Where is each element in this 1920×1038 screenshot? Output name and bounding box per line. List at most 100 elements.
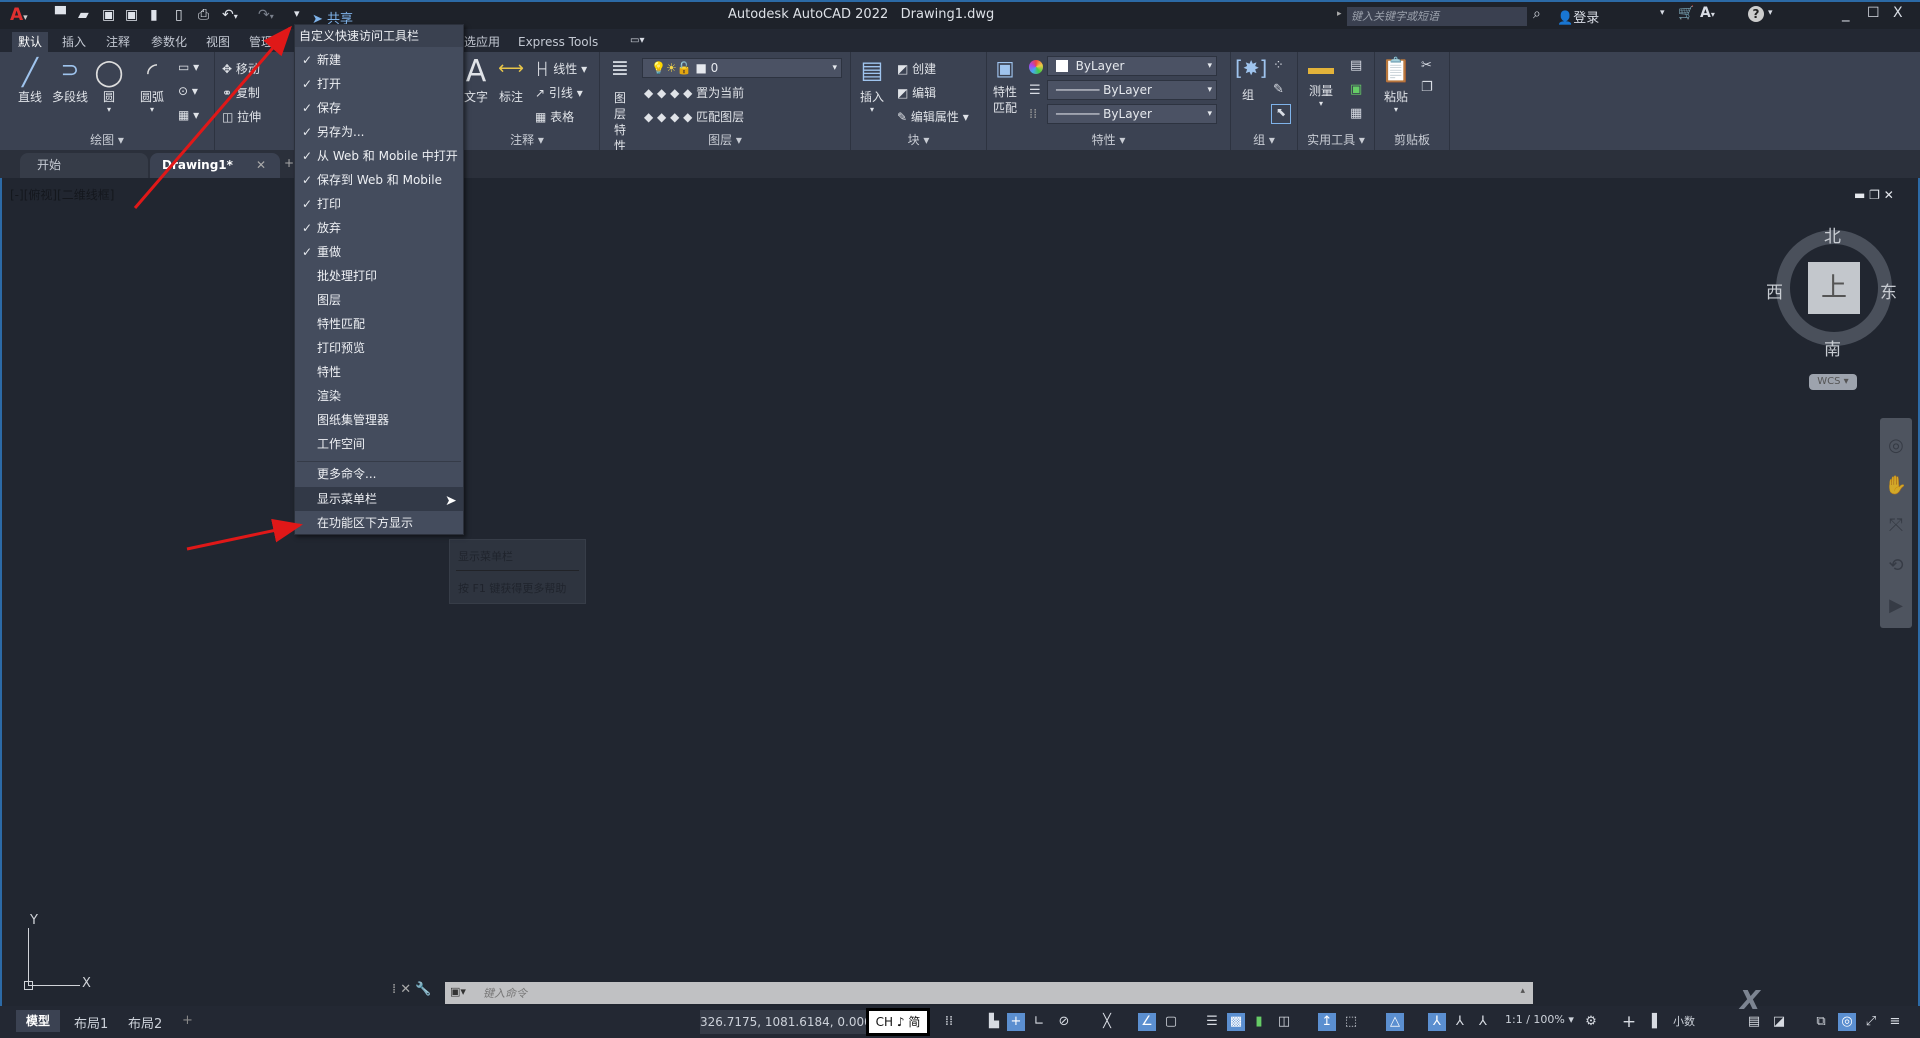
menu-item[interactable]: 特性匹配 (295, 312, 463, 336)
menu-item[interactable]: ✓ 另存为... (295, 120, 463, 144)
units-icon[interactable]: ▌ (1648, 1013, 1666, 1031)
customize-wrench-icon[interactable]: 🔧 (415, 982, 431, 997)
viewcube-west[interactable]: 西 (1766, 278, 1783, 303)
menu-item[interactable]: 图层 (295, 288, 463, 312)
add-layout-icon[interactable]: + (182, 1013, 193, 1028)
graphics-performance-icon[interactable]: ◎ (1838, 1013, 1856, 1031)
menu-item[interactable]: 图纸集管理器 (295, 408, 463, 432)
customization-menu-icon[interactable]: ≡ (1886, 1013, 1904, 1031)
viewcube-east[interactable]: 东 (1880, 278, 1897, 303)
annotation-monitor-icon[interactable]: + (1620, 1013, 1638, 1031)
command-history-icon[interactable]: ▣▾ (450, 985, 466, 998)
menu-item[interactable]: ✓ 重做 (295, 240, 463, 264)
annotation-scale-dropdown[interactable]: 1:1 / 100% ▾ (1505, 1013, 1574, 1026)
table-tool[interactable]: ▦ 表格 (535, 108, 574, 125)
snap-mode-icon[interactable]: ▙ (985, 1013, 1003, 1031)
orbit-icon[interactable]: ⟲ (1880, 546, 1912, 586)
isometric-icon[interactable]: ╳ (1098, 1013, 1116, 1031)
menu-item[interactable]: ✓ 打开 (295, 72, 463, 96)
leader-tool[interactable]: ↗ 引线 ▾ (535, 84, 583, 101)
layer-dropdown[interactable]: 💡☀🔓 ■ 0 ▾ (642, 58, 842, 78)
block-panel-label[interactable]: 块 ▾ (851, 131, 986, 148)
menu-item[interactable]: ✓ 保存 (295, 96, 463, 120)
open-web-icon[interactable]: ▮ (150, 7, 158, 25)
menu-item[interactable]: ✓ 保存到 Web 和 Mobile (295, 168, 463, 192)
ribbon-tab-parametric[interactable]: 参数化 (145, 32, 193, 52)
layout-tab-model[interactable]: 模型 (16, 1010, 60, 1032)
circle-tool[interactable]: ◯ 圆 ▾ (92, 58, 126, 114)
viewport-minimize-icon[interactable]: ▬ (1854, 188, 1865, 202)
viewcube-south[interactable]: 南 (1824, 335, 1841, 360)
linetype-dropdown[interactable]: ────── ByLayer ▾ (1047, 104, 1217, 124)
selection-filter-icon[interactable]: ⬚ (1342, 1013, 1360, 1031)
save-web-icon[interactable]: ▯ (175, 7, 183, 25)
paste-tool[interactable]: 📋 粘贴 ▾ (1381, 56, 1411, 114)
command-close-icon[interactable]: ✕ (400, 982, 411, 997)
new-icon[interactable]: ▀ (55, 7, 66, 25)
menu-item[interactable]: ✓ 从 Web 和 Mobile 中打开 (295, 144, 463, 168)
minimize-button[interactable]: _ (1842, 4, 1850, 22)
login-button[interactable]: 👤登录 (1557, 7, 1599, 26)
menu-item[interactable]: 渲染 (295, 384, 463, 408)
linear-dim-tool[interactable]: ├┤ 线性 ▾ (535, 60, 587, 77)
units-dropdown[interactable]: 小数 (1673, 1013, 1695, 1029)
grid-icon[interactable]: ⁞⁞ (940, 1013, 958, 1031)
menu-item-show-menubar[interactable]: 显示菜单栏 (295, 487, 463, 511)
layout-tab-1[interactable]: 布局1 (74, 1013, 108, 1032)
help-dropdown-icon[interactable]: ▾ (1768, 8, 1773, 18)
group-panel-label[interactable]: 组 ▾ (1231, 131, 1297, 148)
ribbon-tab-featured-apps[interactable]: 选应用 (458, 32, 506, 52)
new-tab-icon[interactable]: + (284, 156, 294, 170)
steering-wheel-icon[interactable]: ◎ (1880, 426, 1912, 466)
ortho-icon[interactable]: ∟ (1030, 1013, 1048, 1031)
properties-panel-label[interactable]: 特性 ▾ (987, 131, 1230, 148)
viewport-label[interactable]: [-][俯视][二维线框] (10, 186, 114, 203)
ribbon-tab-annotate[interactable]: 注释 (100, 32, 136, 52)
edit-attributes-tool[interactable]: ✎ 编辑属性 ▾ (897, 108, 969, 125)
match-properties-tool[interactable]: ▣ 特性匹配 (991, 56, 1019, 116)
move-tool[interactable]: ✥ 移动 (222, 60, 260, 77)
viewport-restore-icon[interactable]: ❐ (1869, 188, 1880, 202)
save-icon[interactable]: ▣ (102, 7, 115, 25)
open-icon[interactable]: ▰ (78, 7, 89, 25)
drawing-area[interactable]: [-][俯视][二维线框] ▬ ❐ ✕ 上 北 南 西 东 WCS ▾ ◎ ✋ … (0, 178, 1920, 1006)
layer-tools-row1[interactable]: ◆ ◆ ◆ ◆ 置为当前 (644, 84, 744, 101)
wcs-menu-button[interactable]: WCS ▾ (1809, 374, 1857, 390)
annotation-visibility-icon[interactable]: ⅄ (1428, 1013, 1446, 1031)
ribbon-tab-insert[interactable]: 插入 (56, 32, 92, 52)
close-tab-icon[interactable]: ✕ (256, 153, 266, 178)
file-tab-drawing1[interactable]: Drawing1* ✕ (150, 153, 280, 178)
menu-item[interactable]: ✓ 放弃 (295, 216, 463, 240)
polyline-tool[interactable]: ⊃ 多段线 (50, 58, 90, 105)
ribbon-tab-manage[interactable]: 管理 (243, 32, 279, 52)
stretch-tool[interactable]: ◫ 拉伸 (222, 108, 261, 125)
measure-tool[interactable]: 测量 ▾ (1304, 60, 1338, 108)
search-icon[interactable]: ⌕ (1533, 6, 1541, 22)
print-icon[interactable]: ⎙ (198, 7, 209, 25)
edit-block-tool[interactable]: ◩ 编辑 (897, 84, 936, 101)
create-block-tool[interactable]: ◩ 创建 (897, 60, 936, 77)
transparency-icon[interactable]: ▩ (1227, 1013, 1245, 1031)
lineweight-display-icon[interactable]: ☰ (1203, 1013, 1221, 1031)
hatch-tool[interactable]: ▦ ▾ (178, 108, 199, 122)
file-tab-start[interactable]: 开始 (20, 153, 148, 178)
auto-scale-icon[interactable]: ⅄ (1451, 1013, 1469, 1031)
dynamic-ucs-icon[interactable]: ↥ (1318, 1013, 1336, 1031)
menu-item-more-commands[interactable]: 更多命令... (295, 462, 463, 486)
polar-tracking-icon[interactable]: ⊘ (1055, 1013, 1073, 1031)
pan-icon[interactable]: ✋ (1880, 466, 1912, 506)
search-input[interactable]: 键入关键字或短语 (1347, 7, 1527, 26)
undo-icon[interactable]: ↶▾ (222, 7, 238, 25)
command-expand-icon[interactable]: ▴ (1520, 986, 1525, 996)
menu-item[interactable]: 批处理打印 (295, 264, 463, 288)
search-expand-icon[interactable]: ▸ (1337, 9, 1342, 19)
menu-item[interactable]: 特性 (295, 360, 463, 384)
coordinates-readout[interactable]: 326.7175, 1081.6184, 0.0000 (700, 1010, 866, 1034)
showmotion-icon[interactable]: ▶ (1880, 586, 1912, 626)
ribbon-tab-default[interactable]: 默认 (12, 32, 49, 52)
ime-indicator[interactable]: CH ♪ 简 (866, 1008, 930, 1036)
gizmo-icon[interactable]: △ (1386, 1013, 1404, 1031)
help-icon[interactable]: ? (1748, 6, 1764, 22)
ellipse-tool[interactable]: ⊙ ▾ (178, 84, 198, 98)
dimension-tool[interactable]: ⟷ 标注 (493, 58, 529, 105)
